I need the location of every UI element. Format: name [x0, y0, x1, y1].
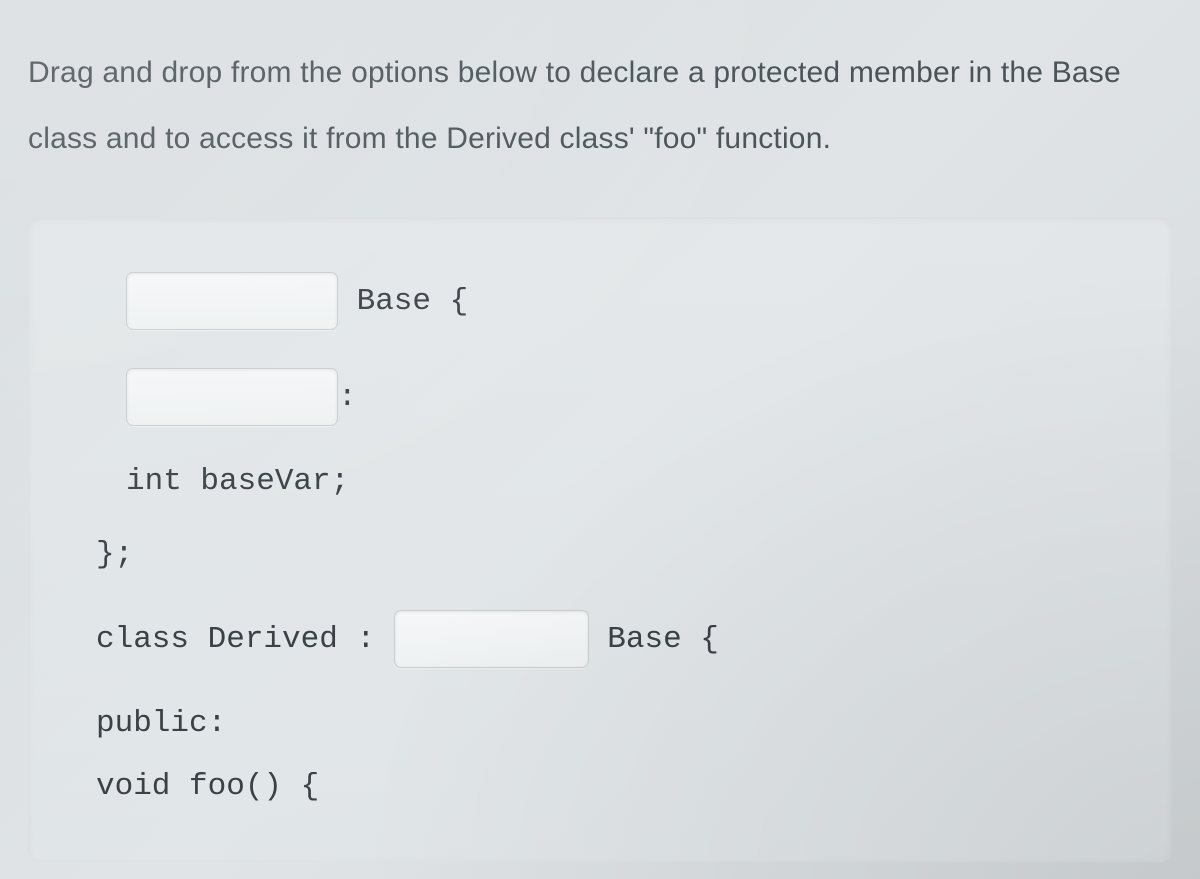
code-line-4: };: [96, 537, 1127, 572]
code-line-3: int baseVar;: [96, 464, 1127, 499]
code-text-close-brace: };: [96, 537, 133, 572]
code-panel: Base { : int baseVar; }; class Derived :…: [28, 217, 1172, 862]
instruction-text: Drag and drop from the options below to …: [28, 40, 1172, 172]
code-line-7: void foo() {: [96, 769, 1127, 804]
code-text-public: public:: [96, 706, 226, 741]
code-text-base-open: Base {: [338, 284, 468, 319]
code-line-6: public:: [96, 706, 1127, 741]
drop-target-3[interactable]: [394, 610, 589, 668]
code-text-derived: class Derived :: [96, 622, 394, 657]
code-text-void-foo: void foo() {: [96, 769, 319, 804]
drop-target-1[interactable]: [126, 272, 338, 330]
code-line-2: :: [96, 368, 1127, 426]
code-line-5: class Derived : Base {: [96, 610, 1127, 668]
code-text-basevar: int baseVar;: [126, 464, 349, 499]
code-text-base-open-2: Base {: [589, 622, 719, 657]
drop-target-2[interactable]: [126, 368, 338, 426]
code-text-colon: :: [338, 380, 357, 415]
code-line-1: Base {: [96, 272, 1127, 330]
